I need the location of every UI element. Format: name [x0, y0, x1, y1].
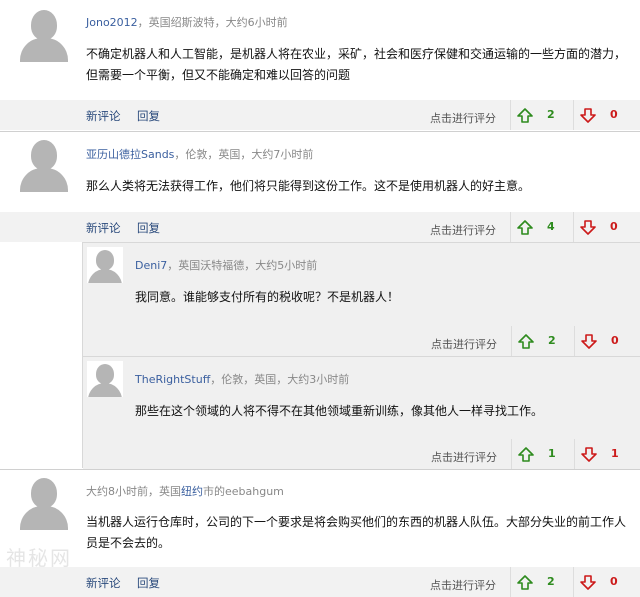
new-comment-link[interactable]: 新评论 [86, 220, 121, 236]
reply-text: 那些在这个领域的人将不得不在其他领域重新训练，像其他人一样寻找工作。 [135, 404, 544, 418]
comment-3: 大约8小时前，英国纽约市的eebahgum 当机器人运行仓库时，公司的下一个要求… [0, 470, 640, 597]
reply-link[interactable]: 回复 [137, 108, 160, 124]
upvote-count: 2 [547, 575, 555, 588]
downvote-count: 0 [611, 334, 619, 347]
reply-location: ，英国沃特福德，大约5小时前 [167, 259, 318, 272]
reply-1: Deni7，英国沃特福德，大约5小时前 我同意。谁能够支付所有的税收呢？不是机器… [82, 242, 640, 356]
comment-actionbar: 新评论 回复 点击进行评分 2 0 [0, 567, 640, 597]
downvote-count: 0 [610, 575, 618, 588]
username-link[interactable]: Jono2012 [86, 16, 138, 29]
arrow-down-icon [581, 334, 597, 349]
comment-1: Jono2012，英国绍斯波特，大约6小时前 不确定机器人和人工智能，是机器人将… [0, 0, 640, 130]
arrow-up-icon [517, 220, 533, 235]
reply-link[interactable]: 回复 [137, 220, 160, 236]
downvote-count: 0 [610, 108, 618, 121]
comment-location: ，伦敦，英国，大约7小时前 [174, 148, 314, 161]
location-link[interactable]: 纽约 [181, 485, 203, 498]
comment-username[interactable]: 市的eebahgum [203, 485, 284, 498]
reply-2: TheRightStuff，伦敦，英国，大约3小时前 那些在这个领域的人将不得不… [82, 356, 640, 469]
comment-actionbar: 新评论 回复 点击进行评分 2 0 [0, 100, 640, 130]
downvote-button[interactable]: 0 [573, 567, 630, 597]
arrow-up-icon [518, 447, 534, 462]
rate-label: 点击进行评分 [430, 112, 496, 125]
arrow-up-icon [517, 108, 533, 123]
rate-label: 点击进行评分 [431, 451, 497, 464]
upvote-button[interactable]: 2 [511, 326, 568, 356]
comment-meta: Jono2012，英国绍斯波特，大约6小时前 [86, 14, 288, 30]
upvote-count: 4 [547, 220, 555, 233]
arrow-down-icon [580, 220, 596, 235]
downvote-button[interactable]: 0 [574, 326, 631, 356]
default-avatar-icon [87, 361, 123, 397]
upvote-button[interactable]: 4 [510, 212, 567, 242]
upvote-button[interactable]: 2 [510, 100, 567, 130]
arrow-down-icon [580, 108, 596, 123]
reply-actionbar: 点击进行评分 2 0 [83, 326, 640, 356]
comment-text: 不确定机器人和人工智能，是机器人将在农业，采矿，社会和医疗保健和交通运输的一些方… [86, 47, 627, 82]
username-link[interactable]: TheRightStuff [135, 373, 210, 386]
reply-link[interactable]: 回复 [137, 575, 160, 591]
username-link[interactable]: Deni7 [135, 259, 167, 272]
reply-actionbar: 点击进行评分 1 1 [83, 439, 640, 469]
watermark: 神秘网 [6, 546, 72, 570]
downvote-count: 1 [611, 447, 619, 460]
downvote-button[interactable]: 0 [573, 212, 630, 242]
arrow-up-icon [517, 575, 533, 590]
comment-time-location: 大约8小时前，英国 [86, 485, 181, 498]
default-avatar-icon [18, 6, 70, 62]
default-avatar-icon [87, 247, 123, 283]
comment-location: ，英国绍斯波特，大约6小时前 [137, 16, 288, 29]
arrow-down-icon [581, 447, 597, 462]
new-comment-link[interactable]: 新评论 [86, 575, 121, 591]
comment-2: 亚历山德拉Sands，伦敦，英国，大约7小时前 那么人类将无法获得工作，他们将只… [0, 132, 640, 242]
upvote-button[interactable]: 2 [510, 567, 567, 597]
downvote-button[interactable]: 1 [574, 439, 631, 469]
comment-meta: 大约8小时前，英国纽约市的eebahgum [86, 483, 284, 499]
upvote-count: 2 [548, 334, 556, 347]
downvote-button[interactable]: 0 [573, 100, 630, 130]
comment-text: 当机器人运行仓库时，公司的下一个要求是将会购买他们的东西的机器人队伍。大部分失业… [86, 515, 627, 550]
rate-label: 点击进行评分 [431, 338, 497, 351]
arrow-up-icon [518, 334, 534, 349]
reply-meta: Deni7，英国沃特福德，大约5小时前 [135, 257, 317, 273]
comment-text: 那么人类将无法获得工作，他们将只能得到这份工作。这不是使用机器人的好主意。 [86, 179, 531, 193]
comment-meta: 亚历山德拉Sands，伦敦，英国，大约7小时前 [86, 146, 313, 162]
upvote-count: 2 [547, 108, 555, 121]
reply-meta: TheRightStuff，伦敦，英国，大约3小时前 [135, 371, 349, 387]
comment-actionbar: 新评论 回复 点击进行评分 4 0 [0, 212, 640, 242]
reply-location: ，伦敦，英国，大约3小时前 [210, 373, 350, 386]
rate-label: 点击进行评分 [430, 579, 496, 592]
username-link[interactable]: 亚历山德拉Sands [86, 148, 174, 161]
default-avatar-icon [18, 474, 70, 530]
downvote-count: 0 [610, 220, 618, 233]
upvote-button[interactable]: 1 [511, 439, 568, 469]
upvote-count: 1 [548, 447, 556, 460]
rate-label: 点击进行评分 [430, 224, 496, 237]
reply-text: 我同意。谁能够支付所有的税收呢？不是机器人！ [135, 290, 400, 304]
default-avatar-icon [18, 136, 70, 192]
arrow-down-icon [580, 575, 596, 590]
new-comment-link[interactable]: 新评论 [86, 108, 121, 124]
